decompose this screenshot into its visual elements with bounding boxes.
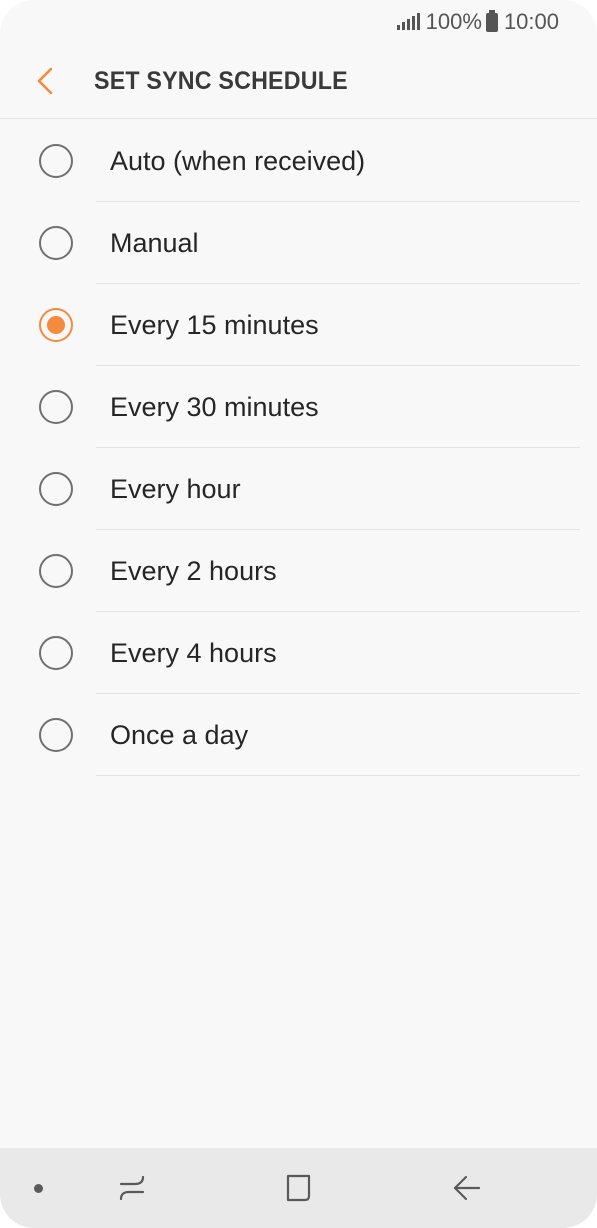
recent-apps-button[interactable] [100,1148,164,1228]
sync-option-row[interactable]: Once a day [0,694,597,776]
radio-button[interactable] [39,718,73,752]
sync-option-label: Manual [110,227,199,258]
sync-option-label: Every 15 minutes [110,309,319,340]
back-arrow-icon [453,1175,481,1201]
home-icon [286,1174,311,1202]
sync-option-label: Every 4 hours [110,637,277,668]
status-bar: 100% 10:00 [0,0,597,44]
sync-option-label: Every 2 hours [110,555,277,586]
sync-option-label: Every hour [110,473,241,504]
sync-option-label: Once a day [110,719,249,750]
radio-button[interactable] [39,226,73,260]
radio-button[interactable] [39,636,73,670]
back-button[interactable] [0,44,94,119]
sync-schedule-options: Auto (when received) Manual Every 15 minut… [0,120,597,776]
home-button[interactable] [266,1148,330,1228]
header: SET SYNC SCHEDULE [0,44,597,119]
sync-option-row[interactable]: Every 15 minutes [0,284,597,366]
chevron-left-icon [37,67,53,95]
page-title: SET SYNC SCHEDULE [94,66,348,95]
sync-option-row[interactable]: Manual [0,202,597,284]
radio-button[interactable] [39,472,73,506]
battery-percentage: 100% [425,9,482,34]
recent-apps-icon [119,1175,145,1201]
screen: 100% 10:00 SET SYNC SCHEDULE Auto (when … [0,0,597,1228]
sync-option-row[interactable]: Auto (when received) [0,120,597,202]
radio-button[interactable] [39,554,73,588]
radio-button[interactable] [39,390,73,424]
battery-icon [485,9,498,32]
signal-icon [396,13,420,30]
status-time: 10:00 [503,9,559,34]
sync-option-row[interactable]: Every 30 minutes [0,366,597,448]
radio-button[interactable] [39,144,73,178]
sync-option-row[interactable]: Every hour [0,448,597,530]
nav-dot-button[interactable] [22,1148,54,1228]
radio-button-selected[interactable] [39,308,73,342]
sync-option-row[interactable]: Every 4 hours [0,612,597,694]
back-nav-button[interactable] [434,1148,498,1228]
dot-indicator-icon [33,1183,43,1193]
sync-option-row[interactable]: Every 2 hours [0,530,597,612]
sync-option-label: Auto (when received) [110,145,366,176]
navigation-bar [0,1148,597,1228]
sync-option-label: Every 30 minutes [110,391,319,422]
